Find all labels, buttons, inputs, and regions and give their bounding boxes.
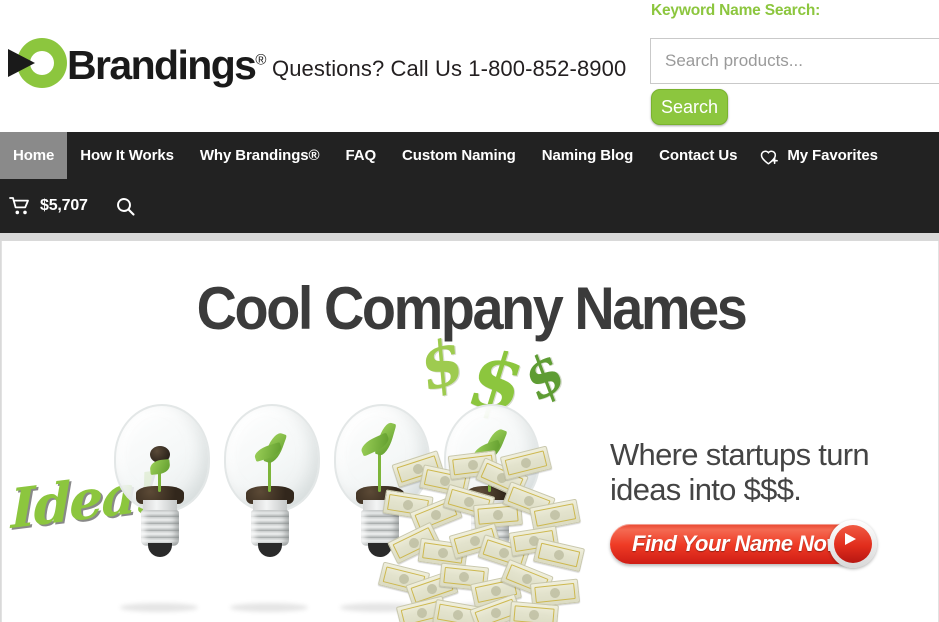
cart-total-amount[interactable]: $5,707 xyxy=(40,197,88,215)
shopping-cart-icon[interactable] xyxy=(9,196,31,216)
cta-label: Find Your Name Now xyxy=(632,531,844,556)
nav-item-how-it-works[interactable]: How It Works xyxy=(67,132,187,179)
money-scribble-3: $ xyxy=(510,338,577,414)
nav-item-contact-us-label: Contact Us xyxy=(659,147,738,164)
nav-item-contact-us[interactable]: Contact Us xyxy=(646,132,750,179)
nav-primary-row: Home How It Works Why Brandings® FAQ Cus… xyxy=(0,132,939,179)
bulb-shadow-2 xyxy=(230,603,308,612)
heart-plus-icon xyxy=(760,149,780,165)
phone-contact-line: Questions? Call Us 1-800-852-8900 xyxy=(272,56,627,81)
hero-banner[interactable]: Cool Company Names $ $ $ Idea! Where sta… xyxy=(2,241,938,622)
nav-item-faq-label: FAQ xyxy=(345,147,377,164)
nav-item-my-favorites-label: My Favorites xyxy=(787,147,878,164)
keyword-search-label: Keyword Name Search: xyxy=(651,2,821,19)
search-icon[interactable] xyxy=(116,197,135,216)
hero-title: Cool Company Names xyxy=(196,275,748,342)
play-arrow-icon[interactable] xyxy=(829,520,877,568)
nav-item-custom-naming[interactable]: Custom Naming xyxy=(389,132,529,179)
bulb-shadow-1 xyxy=(120,603,198,612)
nav-item-my-favorites[interactable]: My Favorites xyxy=(750,132,891,179)
hero-subtitle-line2: ideas into $$$. xyxy=(610,472,802,508)
page-root: Brandings® Questions? Call Us 1-800-852-… xyxy=(0,0,939,622)
nav-item-how-it-works-label: How It Works xyxy=(80,147,174,164)
nav-item-home[interactable]: Home xyxy=(0,132,68,179)
nav-item-why-brandings-label: Why Brandings® xyxy=(199,147,320,164)
hero-subtitle: Where startups turn ideas into $$$. xyxy=(610,437,870,508)
nav-item-faq[interactable]: FAQ xyxy=(332,132,389,179)
logo-wordmark-text: Brandings xyxy=(67,41,257,88)
nav-secondary-row: $5,707 xyxy=(0,179,939,233)
logo-registered-mark: ® xyxy=(255,50,267,68)
nav-item-home-label: Home xyxy=(13,147,55,164)
nav-item-naming-blog-label: Naming Blog xyxy=(541,147,634,164)
nav-item-custom-naming-label: Custom Naming xyxy=(402,147,516,164)
find-your-name-now-button[interactable]: Find Your Name Now xyxy=(610,520,877,568)
search-button[interactable]: Search xyxy=(651,89,728,125)
nav-item-why-brandings[interactable]: Why Brandings® xyxy=(187,132,333,179)
logo-wordmark: Brandings® xyxy=(67,41,267,88)
hero-subtitle-line1: Where startups turn xyxy=(610,437,870,472)
site-logo[interactable]: Brandings® xyxy=(8,36,266,92)
site-header: Brandings® Questions? Call Us 1-800-852-… xyxy=(0,0,939,132)
main-navigation: Home How It Works Why Brandings® FAQ Cus… xyxy=(0,132,939,233)
search-input[interactable] xyxy=(650,38,939,84)
nav-item-naming-blog[interactable]: Naming Blog xyxy=(529,132,646,179)
brandings-play-circle-logo-icon xyxy=(8,37,67,91)
content-container: Cool Company Names $ $ $ Idea! Where sta… xyxy=(1,241,939,622)
